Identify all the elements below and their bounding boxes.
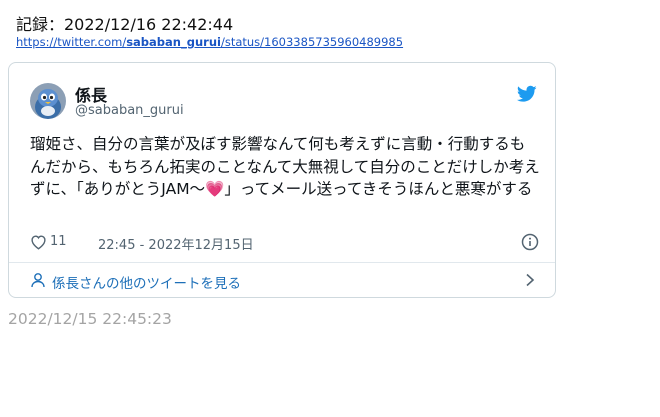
- link-suffix: /status/1603385735960489985: [220, 35, 404, 49]
- heart-outline-icon[interactable]: [30, 234, 47, 250]
- like-count: 11: [50, 234, 67, 249]
- record-title: 記録：2022/12/16 22:42:44: [16, 15, 234, 34]
- capture-date: 2022/12/15 22:45:23: [8, 310, 172, 328]
- tweet-text: 瑠姫さ、自分の言葉が及ぼす影響なんて何も考えずに言動・行動するもんだから、もちろ…: [30, 133, 540, 201]
- more-tweets-link[interactable]: 係長さんの他のツイートを見る: [30, 271, 540, 292]
- info-icon[interactable]: [521, 233, 539, 251]
- tweet-timestamp[interactable]: 22:45 - 2022年12月15日: [98, 234, 254, 253]
- heart-emoji: 💗: [205, 180, 225, 198]
- more-tweets-label: 係長さんの他のツイートを見る: [52, 276, 241, 292]
- tweet-text-part-2: 」ってメール送ってきそうほんと悪寒がする: [224, 180, 533, 198]
- link-user: sababan_gurui: [126, 35, 221, 49]
- person-icon: [30, 272, 46, 288]
- tweet-meta-row: 11 22:45 - 2022年12月15日: [30, 233, 540, 253]
- twitter-bird-icon[interactable]: [516, 85, 537, 103]
- tweet-url-link[interactable]: https://twitter.com/sababan_gurui/status…: [16, 35, 403, 49]
- link-prefix: https://twitter.com/: [16, 35, 127, 49]
- author-handle[interactable]: @sababan_gurui: [75, 103, 184, 118]
- card-divider: [9, 262, 555, 263]
- avatar[interactable]: [30, 83, 66, 119]
- tweet-embed-card: 係長 @sababan_gurui 瑠姫さ、自分の言葉が及ぼす影響なんて何も考え…: [8, 62, 556, 298]
- chevron-right-icon: [524, 273, 536, 287]
